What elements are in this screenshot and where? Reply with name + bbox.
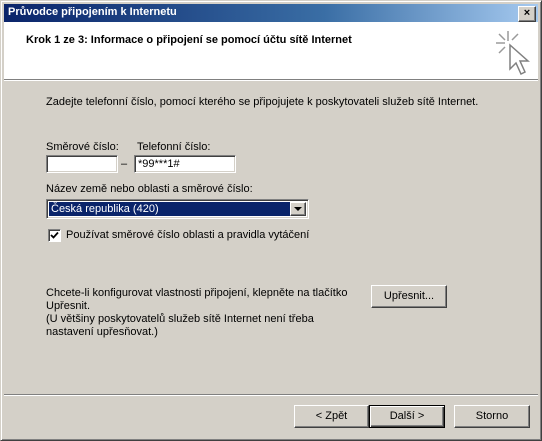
- cancel-button[interactable]: Storno: [454, 405, 530, 428]
- window-title: Průvodce připojením k Internetu: [8, 6, 177, 18]
- close-button[interactable]: ×: [518, 6, 536, 22]
- title-bar[interactable]: Průvodce připojením k Internetu ×: [4, 4, 538, 22]
- phone-number-label: Telefonní číslo:: [137, 141, 211, 153]
- use-area-code-checkbox[interactable]: [48, 229, 61, 242]
- phone-number-input[interactable]: *99***1#: [134, 155, 236, 173]
- country-label: Název země nebo oblasti a směrové číslo:: [46, 183, 253, 195]
- close-icon: ×: [523, 7, 531, 19]
- wizard-header: Krok 1 ze 3: Informace o připojení se po…: [4, 22, 538, 79]
- area-code-input[interactable]: [46, 155, 118, 173]
- header-separator: [4, 79, 538, 81]
- country-selected-value: Česká republika (420): [48, 201, 291, 217]
- area-code-label: Směrové číslo:: [46, 141, 119, 153]
- step-title: Krok 1 ze 3: Informace o připojení se po…: [26, 34, 352, 46]
- dash-separator: –: [121, 158, 128, 170]
- advanced-button[interactable]: Upřesnit...: [371, 285, 447, 308]
- wizard-cursor-icon: [496, 31, 530, 76]
- footer-separator: [4, 394, 538, 396]
- next-button[interactable]: Další >: [369, 405, 445, 428]
- back-button[interactable]: < Zpět: [294, 405, 369, 428]
- intro-text: Zadejte telefonní číslo, pomocí kterého …: [46, 96, 479, 108]
- wizard-window: Průvodce připojením k Internetu × Krok 1…: [0, 0, 542, 441]
- chevron-down-icon[interactable]: [290, 202, 306, 216]
- config-text: Chcete-li konfigurovat vlastnosti připoj…: [46, 287, 348, 338]
- country-select[interactable]: Česká republika (420): [46, 199, 309, 219]
- use-area-code-label[interactable]: Používat směrové číslo oblasti a pravidl…: [66, 229, 309, 241]
- checkmark-icon: [50, 231, 59, 239]
